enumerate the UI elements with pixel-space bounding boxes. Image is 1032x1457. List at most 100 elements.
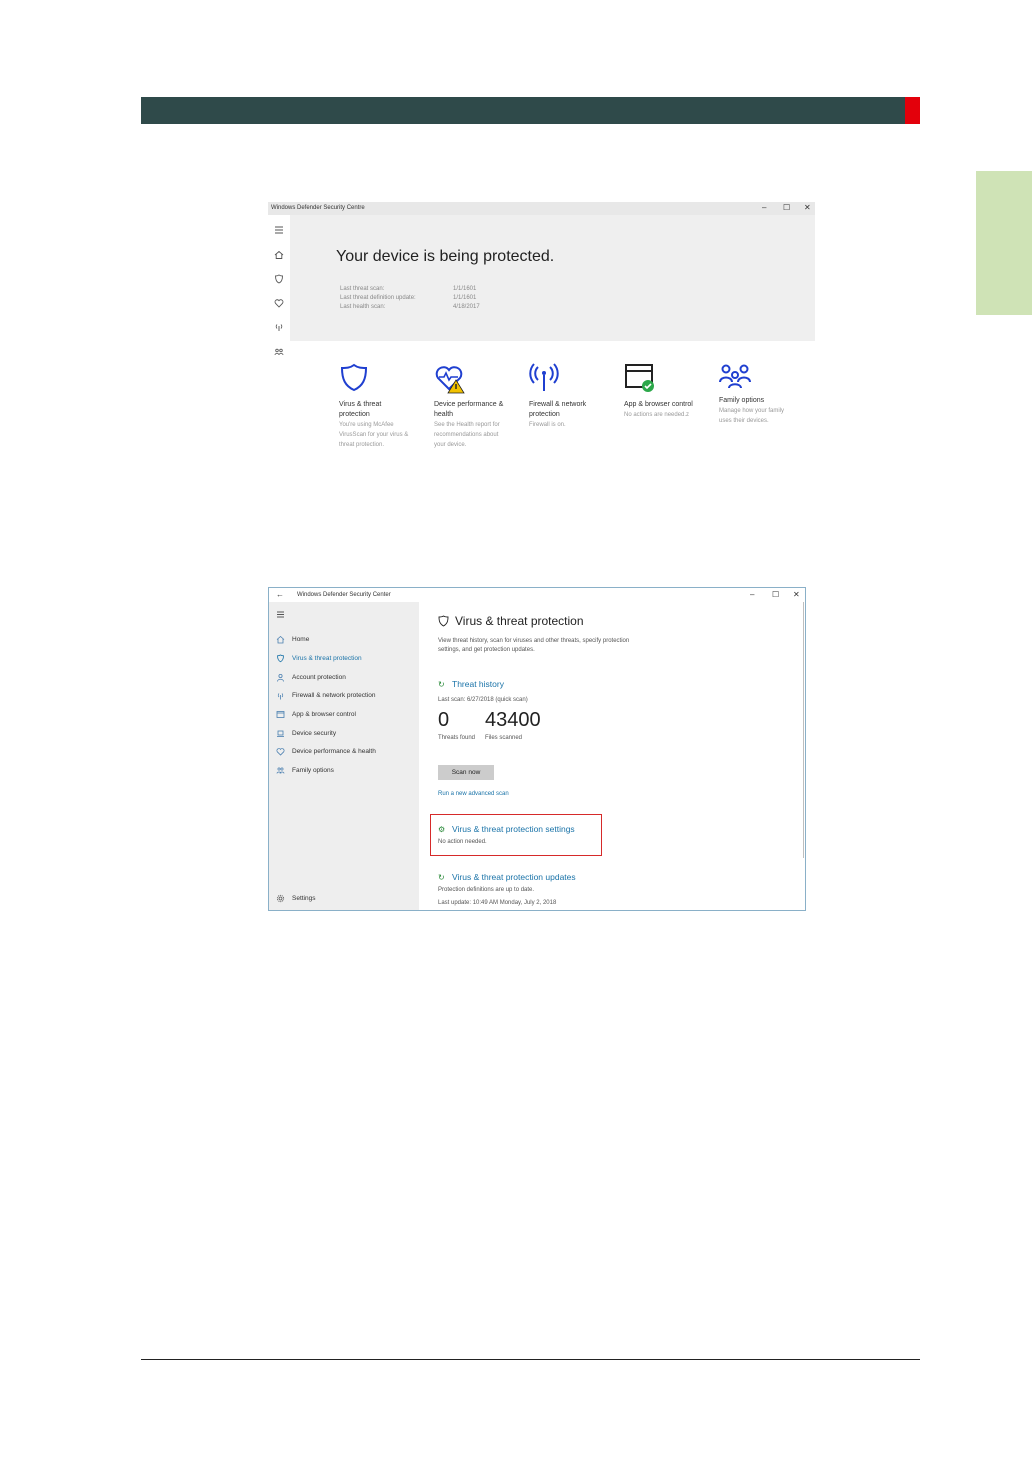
last-scan-text: Last scan: 6/27/2018 (quick scan) <box>438 697 528 703</box>
threats-found-count: 0 <box>438 709 450 731</box>
chapter-tab <box>976 171 1032 315</box>
tile-description: Manage how your family uses their device… <box>719 408 785 424</box>
gear-icon <box>276 894 285 902</box>
scan-now-button[interactable]: Scan now <box>438 765 494 780</box>
main-content: Virus & threat protection View threat hi… <box>419 602 805 910</box>
highlight-box <box>430 814 602 856</box>
scan-info-value: 4/18/2017 <box>453 304 480 310</box>
scrollbar[interactable] <box>803 602 804 858</box>
hamburger-menu-icon[interactable] <box>276 610 285 619</box>
page-description: View threat history, scan for viruses an… <box>438 638 630 644</box>
history-icon: ↻ <box>438 679 445 689</box>
sidebar-item-device-performance[interactable]: Device performance & health <box>276 745 376 757</box>
back-arrow-icon[interactable]: ← <box>276 590 284 600</box>
sidebar-item-firewall[interactable]: Firewall & network protection <box>276 689 375 701</box>
files-scanned-count: 43400 <box>485 709 541 731</box>
scan-info-label: Last threat scan: <box>340 286 385 292</box>
sidebar-item-label: Device performance & health <box>292 747 376 755</box>
protection-settings-heading: Virus & threat protection settings <box>452 824 575 834</box>
window-title: Windows Defender Security Center <box>297 592 391 598</box>
footer-rule <box>141 1359 920 1360</box>
heart-icon[interactable] <box>273 297 285 309</box>
title-bar: ← Windows Defender Security Center – ☐ ✕ <box>269 588 805 602</box>
protection-settings-link[interactable]: ⚙ Virus & threat protection settings <box>438 824 575 834</box>
refresh-icon: ↻ <box>438 872 445 882</box>
sidebar-item-label: Account protection <box>292 673 346 681</box>
sidebar-item-label: Family options <box>292 766 334 774</box>
threats-found-label: Threats found <box>438 735 476 741</box>
heart-icon <box>276 747 285 756</box>
sidebar-item-account[interactable]: Account protection <box>276 671 346 683</box>
tile-title: Device performance & health <box>434 401 504 418</box>
security-center-home-window: Windows Defender Security Centre – ☐ ✕ Y… <box>268 202 815 470</box>
tile-description: You're using McAfee VirusScan for your v… <box>339 422 409 448</box>
antenna-icon[interactable] <box>273 321 285 333</box>
family-icon <box>276 767 285 774</box>
browser-check-icon <box>625 364 654 392</box>
scan-info-value: 1/1/1601 <box>453 286 477 292</box>
tile-virus-threat[interactable]: Virus & threat protection You're using M… <box>339 362 409 450</box>
browser-icon <box>276 710 285 718</box>
family-icon[interactable] <box>273 346 285 358</box>
sidebar-item-label: Virus & threat protection <box>292 654 362 662</box>
protection-updates-link[interactable]: ↻ Virus & threat protection updates <box>438 872 576 882</box>
shield-icon <box>277 654 284 662</box>
sidebar-item-device-security[interactable]: Device security <box>276 727 336 739</box>
last-update-text: Last update: 10:49 AM Monday, July 2, 20… <box>438 900 557 906</box>
shield-icon[interactable] <box>273 273 285 285</box>
shield-icon <box>340 363 368 392</box>
close-button[interactable]: ✕ <box>804 203 811 213</box>
tile-title: Firewall & network protection <box>529 401 587 418</box>
scan-info-value: 1/1/1601 <box>453 295 477 301</box>
antenna-icon <box>529 363 559 391</box>
header-bar <box>141 97 905 124</box>
tile-title: Virus & threat protection <box>339 401 382 418</box>
tile-description: Firewall is on. <box>529 422 566 428</box>
scan-info-label: Last threat definition update: <box>340 295 416 301</box>
header-accent <box>905 97 920 124</box>
page-description: settings, and get protection updates. <box>438 647 535 653</box>
tile-app-browser[interactable]: App & browser control No actions are nee… <box>624 362 694 420</box>
advanced-scan-link[interactable]: Run a new advanced scan <box>438 791 509 797</box>
home-icon <box>276 635 285 643</box>
settings-label: Settings <box>292 894 316 902</box>
heart-warning-icon <box>435 366 465 394</box>
icon-rail <box>268 215 290 470</box>
page-title: Virus & threat protection <box>438 614 584 628</box>
threat-history-heading: Threat history <box>452 679 504 689</box>
sidebar-item-label: Home <box>292 635 310 643</box>
sidebar-item-label: Firewall & network protection <box>292 691 376 699</box>
home-icon[interactable] <box>273 249 285 261</box>
tile-description: No actions are needed.z <box>624 412 690 418</box>
tile-family-options[interactable]: Family options Manage how your family us… <box>719 362 789 426</box>
scan-info-label: Last health scan: <box>340 304 386 310</box>
page-title-text: Virus & threat protection <box>455 614 584 628</box>
laptop-icon <box>277 730 284 737</box>
sidebar-item-app-browser[interactable]: App & browser control <box>276 708 356 720</box>
sidebar-item-virus-threat[interactable]: Virus & threat protection <box>276 652 362 664</box>
window-title: Windows Defender Security Centre <box>271 205 365 211</box>
protection-status-title: Your device is being protected. <box>336 248 555 265</box>
tile-title: Family options <box>719 397 765 404</box>
tile-device-performance[interactable]: Device performance & health See the Heal… <box>434 362 504 450</box>
tile-title: App & browser control <box>624 401 693 408</box>
threat-history-link[interactable]: ↻ Threat history <box>438 679 504 689</box>
maximize-button[interactable]: ☐ <box>783 203 790 213</box>
sidebar-item-home[interactable]: Home <box>276 633 309 645</box>
antenna-icon <box>277 692 284 699</box>
close-button[interactable]: ✕ <box>793 590 800 600</box>
person-icon <box>277 673 284 682</box>
sidebar: Home Virus & threat protection Account p… <box>269 602 419 910</box>
tile-firewall[interactable]: Firewall & network protection Firewall i… <box>529 362 599 430</box>
minimize-button[interactable]: – <box>750 590 754 600</box>
shield-icon <box>438 615 449 627</box>
hamburger-menu-icon[interactable] <box>273 224 285 236</box>
family-icon <box>719 364 751 389</box>
sidebar-item-family[interactable]: Family options <box>276 764 334 776</box>
title-bar: Windows Defender Security Centre – ☐ ✕ <box>268 202 815 215</box>
virus-threat-protection-window: ← Windows Defender Security Center – ☐ ✕… <box>268 587 806 911</box>
protection-status-banner: Your device is being protected. Last thr… <box>290 215 815 341</box>
sidebar-item-settings[interactable]: Settings <box>276 892 316 904</box>
minimize-button[interactable]: – <box>762 203 766 213</box>
maximize-button[interactable]: ☐ <box>772 590 779 600</box>
